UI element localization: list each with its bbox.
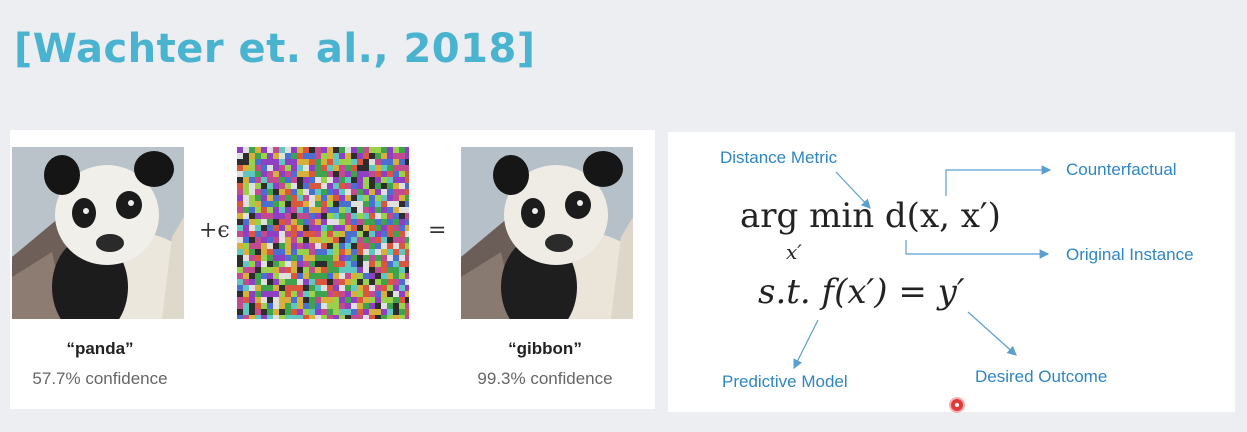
- label-desired-outcome: Desired Outcome: [975, 367, 1108, 386]
- caption-original-confidence: 57.7% confidence: [32, 369, 168, 388]
- panda-image: [12, 147, 184, 319]
- counterfactual-formula-panel: Distance Metric Counterfactual Original …: [668, 132, 1235, 412]
- caption-perturbed-name: “gibbon”: [508, 339, 582, 358]
- formula-constraint: s.t. f(x′) = y′: [758, 272, 965, 312]
- label-predictive-model: Predictive Model: [722, 372, 848, 391]
- formula-objective-subscript: x′: [786, 240, 802, 264]
- caption-perturbed: “gibbon” 99.3% confidence: [455, 339, 635, 389]
- adversarial-example-panel: +ϵ = “panda” 57.7% confidence “gibbon” 9…: [10, 130, 655, 409]
- record-indicator-icon: [951, 399, 963, 411]
- plus-epsilon-operator: +ϵ: [199, 218, 230, 243]
- label-original-instance: Original Instance: [1066, 245, 1194, 264]
- formula-objective: arg min d(x, x′): [740, 196, 1001, 236]
- slide-title: [Wachter et. al., 2018]: [14, 26, 536, 72]
- caption-perturbed-confidence: 99.3% confidence: [477, 369, 613, 388]
- caption-original-name: “panda”: [66, 339, 134, 358]
- noise-image: [237, 147, 409, 319]
- equals-operator: =: [428, 218, 447, 243]
- label-counterfactual: Counterfactual: [1066, 160, 1177, 179]
- caption-original: “panda” 57.7% confidence: [10, 339, 190, 389]
- label-distance-metric: Distance Metric: [720, 148, 838, 167]
- panda-adversarial-image: [461, 147, 633, 319]
